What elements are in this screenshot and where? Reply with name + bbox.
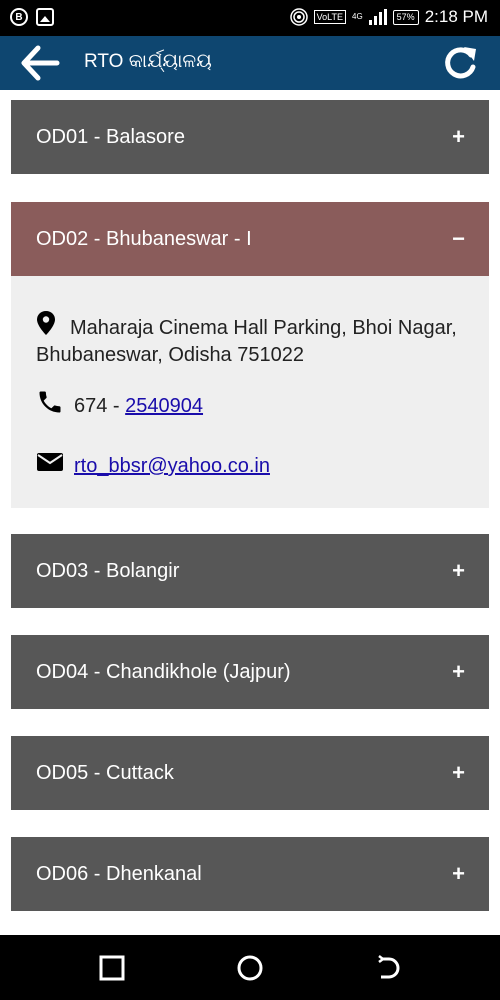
app-bar: RTO କାର୍ଯ୍ୟାଳୟ [0, 36, 500, 90]
office-title: OD06 - Dhenkanal [36, 863, 202, 885]
back-arrow-icon [21, 45, 60, 81]
phone-prefix: 674 - [74, 395, 126, 417]
b-badge-icon: B [10, 8, 28, 26]
email-icon [37, 453, 63, 471]
clock: 2:18 PM [424, 7, 488, 26]
office-title: OD03 - Bolangir [36, 560, 180, 582]
battery-indicator: 57% [392, 9, 419, 25]
refresh-icon [445, 47, 476, 79]
email-link[interactable]: rto_bbsr@yahoo.co.in [74, 455, 270, 477]
collapse-minus-icon: − [452, 226, 465, 251]
office-panel-od05[interactable]: OD05 - Cuttack + [11, 736, 489, 810]
office-title: OD04 - Chandikhole (Jajpur) [36, 661, 291, 683]
back-nav-icon [378, 955, 400, 979]
office-panel-od01[interactable]: OD01 - Balasore + [11, 100, 489, 174]
office-panel-od03[interactable]: OD03 - Bolangir + [11, 534, 489, 608]
office-title: OD02 - Bhubaneswar - I [36, 228, 252, 250]
location-pin-icon [37, 311, 55, 335]
recents-button[interactable] [97, 953, 127, 983]
office-email: rto_bbsr@yahoo.co.in [36, 448, 270, 478]
navigation-bar [0, 935, 500, 1000]
volte-badge: VoLTE [313, 10, 346, 24]
circle-icon [237, 955, 263, 981]
page-title: RTO କାର୍ଯ୍ୟାଳୟ [84, 51, 212, 72]
signal-icon [368, 9, 387, 25]
phone-icon [39, 391, 61, 413]
status-bar: B VoLTE 4G 57% 2:18 PM [0, 0, 500, 36]
address-text: Maharaja Cinema Hall Parking, Bhoi Nagar… [36, 317, 457, 366]
expand-plus-icon: + [452, 861, 465, 886]
hotspot-icon [289, 8, 308, 26]
office-phone: 674 - 2540904 [36, 388, 203, 418]
refresh-button[interactable] [440, 43, 480, 83]
office-address: Maharaja Cinema Hall Parking, Bhoi Nagar… [36, 310, 466, 369]
office-details-od02: Maharaja Cinema Hall Parking, Bhoi Nagar… [11, 276, 489, 508]
rto-office-list[interactable]: OD01 - Balasore + OD02 - Bhubaneswar - I… [0, 90, 500, 935]
image-notification-icon [36, 8, 54, 26]
office-title: OD05 - Cuttack [36, 762, 174, 784]
phone-link[interactable]: 2540904 [125, 395, 203, 417]
expand-plus-icon: + [452, 124, 465, 149]
office-panel-od06[interactable]: OD06 - Dhenkanal + [11, 837, 489, 911]
square-icon [99, 955, 125, 981]
home-button[interactable] [235, 953, 265, 983]
back-nav-button[interactable] [373, 953, 403, 983]
expand-plus-icon: + [452, 659, 465, 684]
expand-plus-icon: + [452, 558, 465, 583]
network-type: 4G [352, 12, 363, 21]
office-panel-od02[interactable]: OD02 - Bhubaneswar - I − [11, 202, 489, 276]
back-button[interactable] [20, 44, 60, 82]
office-panel-od04[interactable]: OD04 - Chandikhole (Jajpur) + [11, 635, 489, 709]
office-title: OD01 - Balasore [36, 126, 185, 148]
expand-plus-icon: + [452, 760, 465, 785]
